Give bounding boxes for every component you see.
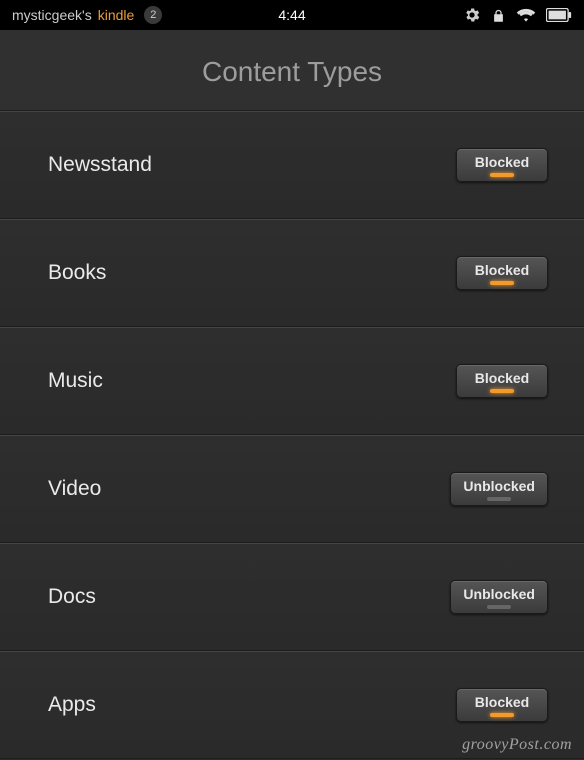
device-brand: kindle [98,7,135,23]
row-label: Music [48,369,103,393]
status-bar: mysticgeek's kindle 2 4:44 [0,0,584,30]
row-music[interactable]: Music Blocked [0,327,584,435]
toggle-indicator [487,497,511,501]
toggle-docs[interactable]: Unblocked [450,580,548,614]
settings-icon[interactable] [463,6,481,24]
row-label: Docs [48,585,96,609]
row-books[interactable]: Books Blocked [0,219,584,327]
row-apps[interactable]: Apps Blocked [0,651,584,759]
toggle-indicator [490,713,514,717]
toggle-text: Unblocked [463,478,535,494]
toggle-newsstand[interactable]: Blocked [456,148,548,182]
row-newsstand[interactable]: Newsstand Blocked [0,111,584,219]
toggle-indicator [487,605,511,609]
wifi-icon [516,7,536,23]
notification-badge: 2 [144,6,162,24]
clock: 4:44 [278,7,305,23]
device-name[interactable]: mysticgeek's kindle 2 [12,6,162,24]
row-label: Newsstand [48,153,152,177]
status-icons [463,6,572,24]
toggle-apps[interactable]: Blocked [456,688,548,722]
toggle-indicator [490,389,514,393]
toggle-text: Blocked [475,262,529,278]
page-title: Content Types [0,30,584,111]
device-user: mysticgeek's [12,7,92,23]
row-docs[interactable]: Docs Unblocked [0,543,584,651]
row-label: Books [48,261,106,285]
row-label: Apps [48,693,96,717]
toggle-indicator [490,281,514,285]
toggle-text: Blocked [475,694,529,710]
toggle-text: Unblocked [463,586,535,602]
toggle-books[interactable]: Blocked [456,256,548,290]
toggle-indicator [490,173,514,177]
toggle-text: Blocked [475,154,529,170]
battery-icon [546,8,572,22]
row-video[interactable]: Video Unblocked [0,435,584,543]
content-types-list: Newsstand Blocked Books Blocked Music Bl… [0,111,584,759]
lock-icon [491,7,506,24]
toggle-text: Blocked [475,370,529,386]
toggle-video[interactable]: Unblocked [450,472,548,506]
row-label: Video [48,477,101,501]
toggle-music[interactable]: Blocked [456,364,548,398]
